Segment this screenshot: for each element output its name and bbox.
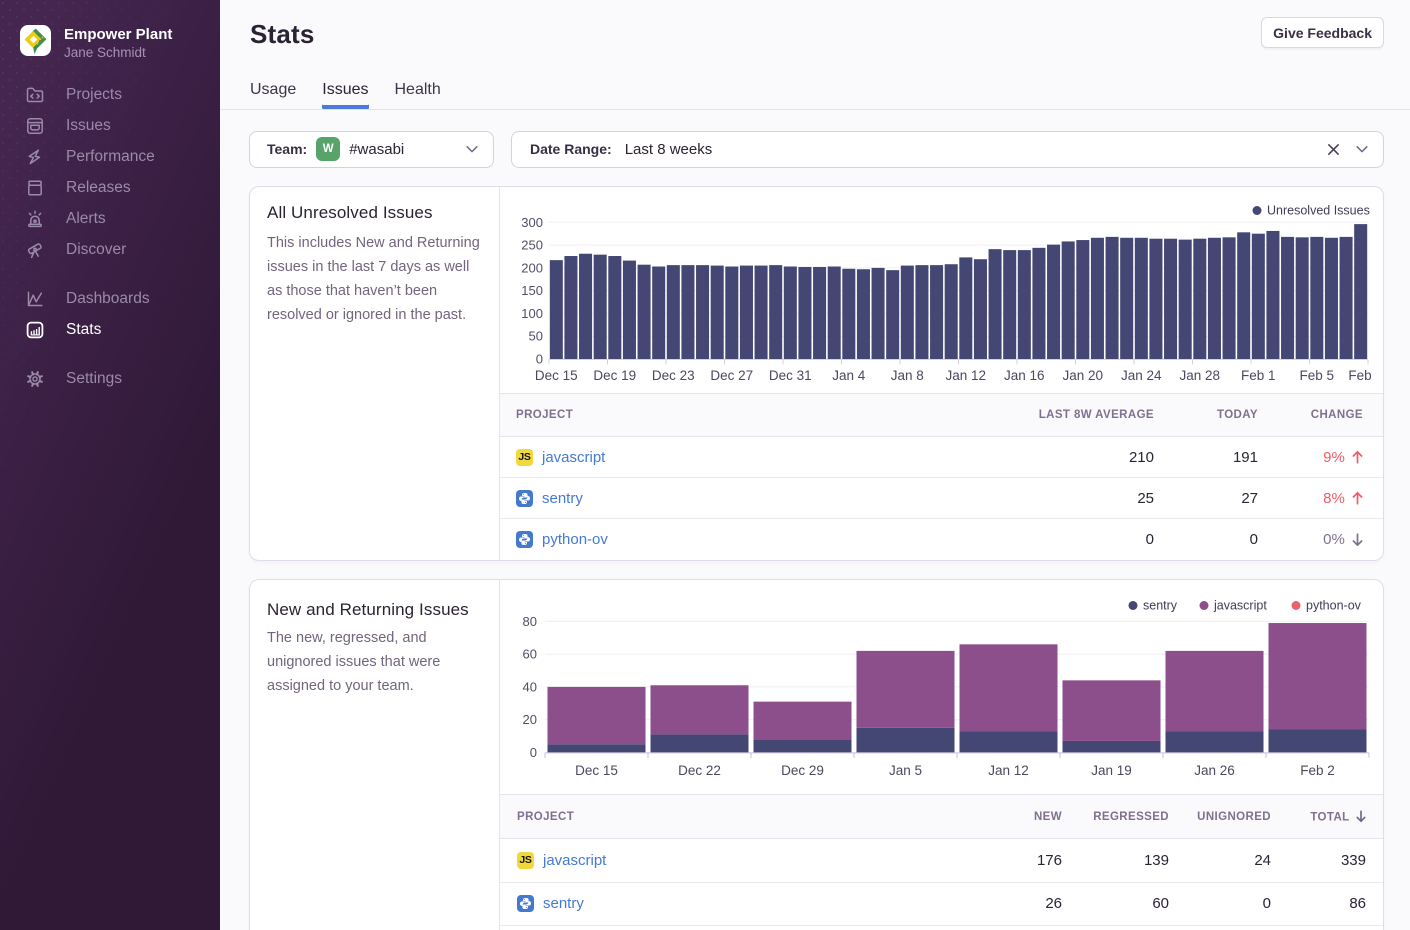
svg-text:javascript: javascript [1213, 599, 1267, 613]
svg-text:Jan 28: Jan 28 [1180, 368, 1221, 383]
svg-text:100: 100 [521, 306, 543, 321]
svg-text:Unresolved Issues: Unresolved Issues [1267, 204, 1370, 218]
svg-text:Dec 22: Dec 22 [678, 763, 721, 778]
svg-text:Dec 29: Dec 29 [781, 763, 824, 778]
svg-text:0: 0 [536, 352, 543, 367]
svg-text:Jan 24: Jan 24 [1121, 368, 1162, 383]
svg-text:0: 0 [530, 745, 537, 760]
svg-text:Jan 16: Jan 16 [1004, 368, 1045, 383]
svg-text:Jan 20: Jan 20 [1063, 368, 1104, 383]
svg-text:Jan 26: Jan 26 [1194, 763, 1235, 778]
svg-text:Dec 31: Dec 31 [769, 368, 812, 383]
svg-text:80: 80 [523, 614, 537, 629]
svg-text:20: 20 [523, 712, 537, 727]
svg-text:40: 40 [523, 679, 537, 694]
svg-text:Dec 15: Dec 15 [575, 763, 618, 778]
svg-text:Jan 8: Jan 8 [891, 368, 924, 383]
svg-text:Feb 1: Feb 1 [1241, 368, 1276, 383]
svg-text:150: 150 [521, 283, 543, 298]
svg-text:60: 60 [523, 647, 537, 662]
svg-text:Jan 12: Jan 12 [946, 368, 987, 383]
svg-text:python-ov: python-ov [1306, 599, 1362, 613]
svg-text:Feb: Feb [1348, 368, 1371, 383]
svg-text:300: 300 [521, 215, 543, 230]
svg-text:Dec 27: Dec 27 [710, 368, 753, 383]
svg-text:Jan 19: Jan 19 [1091, 763, 1132, 778]
svg-text:50: 50 [529, 329, 543, 344]
svg-text:Jan 5: Jan 5 [889, 763, 922, 778]
svg-text:Feb 5: Feb 5 [1300, 368, 1335, 383]
svg-text:200: 200 [521, 260, 543, 275]
svg-text:Feb 2: Feb 2 [1300, 763, 1335, 778]
svg-text:Dec 15: Dec 15 [535, 368, 578, 383]
svg-text:Dec 19: Dec 19 [593, 368, 636, 383]
svg-text:250: 250 [521, 238, 543, 253]
svg-text:Dec 23: Dec 23 [652, 368, 695, 383]
svg-text:sentry: sentry [1143, 599, 1178, 613]
svg-text:Jan 4: Jan 4 [832, 368, 866, 383]
svg-text:Jan 12: Jan 12 [988, 763, 1029, 778]
